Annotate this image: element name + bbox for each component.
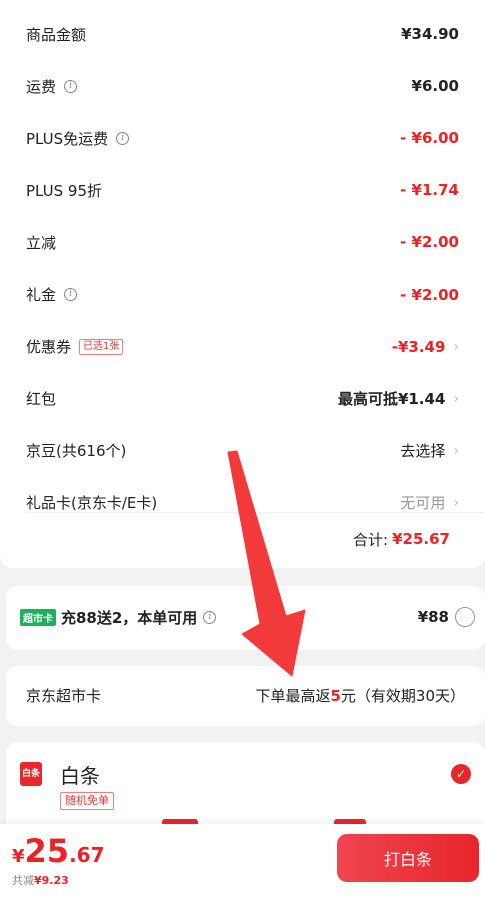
row-value-text: - ¥2.00 bbox=[400, 285, 459, 304]
row-value-text: 去选择 bbox=[400, 442, 446, 461]
summary-row: 礼金 i - ¥2.00 bbox=[26, 280, 459, 310]
summary-row-value: 最高可抵¥1.44 › bbox=[338, 388, 459, 409]
summary-row-value: - ¥2.00 bbox=[400, 286, 459, 304]
row-value-text: - ¥2.00 bbox=[400, 233, 459, 252]
summary-row-label: 礼品卡(京东卡/E卡) bbox=[26, 492, 157, 513]
summary-row-value: -¥3.49 › bbox=[392, 338, 459, 356]
supermarket-card-rebate: 京东超市卡 下单最高返5元（有效期30天） bbox=[6, 666, 485, 726]
row-value-text: - ¥6.00 bbox=[400, 129, 459, 148]
summary-row-label: 红包 bbox=[26, 388, 56, 409]
rebate-desc: 下单最高返5元（有效期30天） bbox=[255, 686, 465, 705]
row-label-text: 礼金 bbox=[26, 286, 57, 304]
row-value-text: ¥34.90 bbox=[401, 25, 459, 43]
info-icon[interactable]: i bbox=[203, 610, 217, 624]
summary-row[interactable]: 京豆(共616个) 去选择 › bbox=[26, 436, 459, 466]
summary-row-value: - ¥1.74 bbox=[400, 181, 459, 199]
summary-row: PLUS免运费 i - ¥6.00 bbox=[26, 123, 459, 153]
row-value-text: ¥6.00 bbox=[411, 77, 459, 96]
offer-radio-button[interactable] bbox=[455, 607, 475, 627]
summary-row-value: ¥34.90 bbox=[401, 25, 459, 43]
total-row: 合计: ¥25.67 bbox=[353, 525, 450, 553]
rebate-label: 京东超市卡 bbox=[26, 686, 102, 705]
summary-row[interactable]: 礼品卡(京东卡/E卡) 无可用 › bbox=[26, 488, 459, 518]
row-value-text: - ¥1.74 bbox=[400, 181, 459, 200]
summary-row-label: 立减 bbox=[26, 232, 56, 253]
row-label-text: 红包 bbox=[26, 390, 57, 409]
checkout-bar: ¥ 25 .67 共减¥9.23 打白条 bbox=[0, 824, 485, 902]
summary-row-value: 无可用 › bbox=[400, 492, 459, 513]
final-price: ¥ 25 .67 bbox=[12, 832, 105, 870]
info-icon[interactable]: i bbox=[116, 131, 130, 145]
row-label-text: 商品金额 bbox=[26, 25, 87, 44]
row-value-text: 最高可抵¥1.44 bbox=[337, 390, 446, 409]
summary-row-label: PLUS免运费 i bbox=[26, 128, 130, 149]
summary-row: 立减 - ¥2.00 bbox=[26, 227, 459, 257]
info-icon[interactable]: i bbox=[64, 79, 78, 93]
summary-row: 商品金额 ¥34.90 bbox=[26, 19, 459, 49]
divider bbox=[26, 512, 485, 513]
baitiao-icon: 白条 bbox=[20, 762, 42, 786]
coupon-selected-tag: 已选1张 bbox=[79, 338, 124, 355]
saved-amount: 共减¥9.23 bbox=[12, 874, 69, 887]
row-label-text: 优惠券 bbox=[26, 338, 72, 357]
row-value-text: -¥3.49 bbox=[391, 337, 446, 356]
chevron-right-icon[interactable]: › bbox=[453, 443, 459, 459]
offer-text: 充88送2，本单可用 bbox=[61, 608, 198, 627]
info-icon[interactable]: i bbox=[64, 288, 78, 301]
summary-row-value: 去选择 › bbox=[400, 440, 459, 461]
row-value-text: 无可用 bbox=[400, 494, 446, 513]
supermarket-card-badge: 超市卡 bbox=[20, 608, 56, 626]
summary-row-value: ¥6.00 bbox=[412, 77, 459, 95]
total-label: 合计: bbox=[353, 530, 389, 549]
row-label-text: 京豆(共616个) bbox=[26, 442, 127, 461]
summary-row-value: - ¥6.00 bbox=[400, 129, 459, 147]
row-label-text: PLUS免运费 bbox=[26, 129, 109, 148]
payment-title: 白条 bbox=[60, 764, 100, 788]
chevron-right-icon[interactable]: › bbox=[453, 495, 459, 511]
supermarket-offer-card[interactable]: 超市卡 充88送2，本单可用 i ¥88 bbox=[6, 586, 485, 650]
summary-row-label: 京豆(共616个) bbox=[26, 440, 126, 461]
summary-row[interactable]: 优惠券 已选1张 -¥3.49 › bbox=[26, 332, 459, 362]
summary-row-label: PLUS 95折 bbox=[26, 180, 102, 201]
row-label-text: 立减 bbox=[26, 233, 57, 252]
row-label-text: 运费 bbox=[26, 77, 57, 96]
summary-row: PLUS 95折 - ¥1.74 bbox=[26, 175, 459, 205]
row-label-text: PLUS 95折 bbox=[26, 181, 103, 200]
summary-row[interactable]: 红包 最高可抵¥1.44 › bbox=[26, 384, 459, 414]
checkmark-icon[interactable]: ✓ bbox=[451, 764, 471, 784]
offer-price: ¥88 bbox=[417, 608, 449, 626]
summary-row-label: 优惠券 已选1张 bbox=[26, 336, 124, 357]
row-label-text: 礼品卡(京东卡/E卡) bbox=[26, 494, 158, 513]
summary-row-label: 礼金 i bbox=[26, 284, 78, 305]
payment-promo-tag: 随机免单 bbox=[60, 792, 114, 810]
summary-row-label: 运费 i bbox=[26, 76, 78, 97]
chevron-right-icon[interactable]: › bbox=[453, 391, 459, 407]
summary-row: 运费 i ¥6.00 bbox=[26, 71, 459, 101]
summary-row-value: - ¥2.00 bbox=[400, 233, 459, 251]
summary-row-label: 商品金额 bbox=[26, 24, 86, 45]
chevron-right-icon[interactable]: › bbox=[453, 339, 459, 355]
price-summary-card: 商品金额 ¥34.90 运费 i ¥6.00 PLUS免运费 i - ¥6.00 PLUS 95… bbox=[0, 0, 485, 568]
pay-button[interactable]: 打白条 bbox=[337, 834, 479, 882]
total-amount: ¥25.67 bbox=[392, 530, 450, 548]
